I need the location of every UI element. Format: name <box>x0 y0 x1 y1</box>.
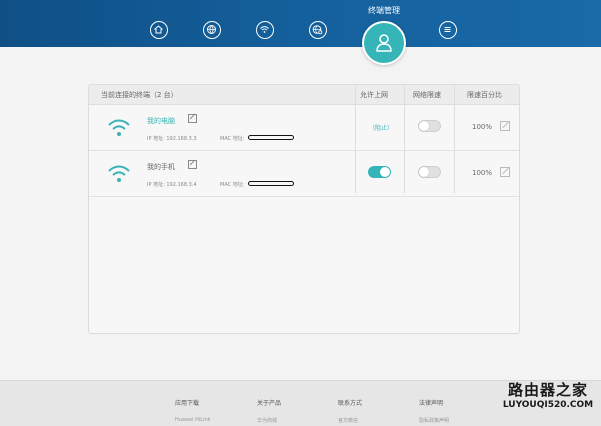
edit-icon[interactable] <box>188 160 197 169</box>
table-row: 我的电脑 IP 地址: 192.168.3.3 MAC 地址: （阻止） 100… <box>89 104 519 151</box>
watermark-logo: 路由器之家 LUYOUQI520.COM <box>496 381 600 411</box>
mac-redaction-mark <box>248 181 294 186</box>
limit-percent: 100% <box>472 169 493 177</box>
edit-percent-icon[interactable] <box>500 167 510 177</box>
limit-toggle[interactable] <box>418 166 441 178</box>
device-panel: 当前连接的终端（2 台） 允许上网 网络限速 限速百分比 我的电脑 IP 地址:… <box>88 84 520 334</box>
edit-percent-icon[interactable] <box>500 121 510 131</box>
ip-address: IP 地址: 192.168.3.4 <box>147 182 197 188</box>
watermark-url: LUYOUQI520.COM <box>502 400 594 410</box>
globe-settings-icon[interactable] <box>309 21 327 39</box>
globe-icon[interactable] <box>203 21 221 39</box>
col-allow-header: 允许上网 <box>360 91 388 99</box>
ip-address: IP 地址: 192.168.3.3 <box>147 136 197 142</box>
col-limit-header: 网络限速 <box>413 91 441 99</box>
top-header: 终端管理 <box>0 0 601 65</box>
user-icon[interactable] <box>362 21 406 65</box>
footer-heading: 法律声明 <box>419 400 444 407</box>
allow-internet-toggle[interactable] <box>368 166 391 178</box>
allow-status-text: （阻止） <box>369 125 394 132</box>
device-name: 我的电脑 <box>147 117 175 125</box>
menu-icon[interactable] <box>439 21 457 39</box>
footer-link[interactable]: Huawei HiLink <box>175 417 211 423</box>
wifi-signal-icon <box>108 165 130 182</box>
col-device-header: 当前连接的终端（2 台） <box>101 91 178 99</box>
footer-link[interactable]: 官方微信 <box>338 417 358 424</box>
mac-redaction-mark <box>248 135 294 140</box>
table-row: 我的手机 IP 地址: 192.168.3.4 MAC 地址: 100% <box>89 150 519 197</box>
watermark-title: 路由器之家 <box>507 381 588 399</box>
mac-label: MAC 地址: <box>220 136 245 142</box>
footer-link[interactable]: 隐私政策声明 <box>419 417 449 424</box>
device-name: 我的手机 <box>147 163 175 171</box>
wifi-signal-icon <box>108 119 130 136</box>
footer-link[interactable]: 华为商城 <box>257 417 277 424</box>
wifi-icon[interactable] <box>256 21 274 39</box>
footer-heading: 关于产品 <box>257 400 282 407</box>
mac-label: MAC 地址: <box>220 182 245 188</box>
col-percent-header: 限速百分比 <box>467 91 502 99</box>
limit-toggle[interactable] <box>418 120 441 132</box>
page-title: 终端管理 <box>368 6 400 15</box>
footer-heading: 应用下载 <box>175 400 200 407</box>
home-icon[interactable] <box>150 21 168 39</box>
footer-heading: 联系方式 <box>338 400 363 407</box>
limit-percent: 100% <box>472 123 493 131</box>
edit-icon[interactable] <box>188 114 197 123</box>
